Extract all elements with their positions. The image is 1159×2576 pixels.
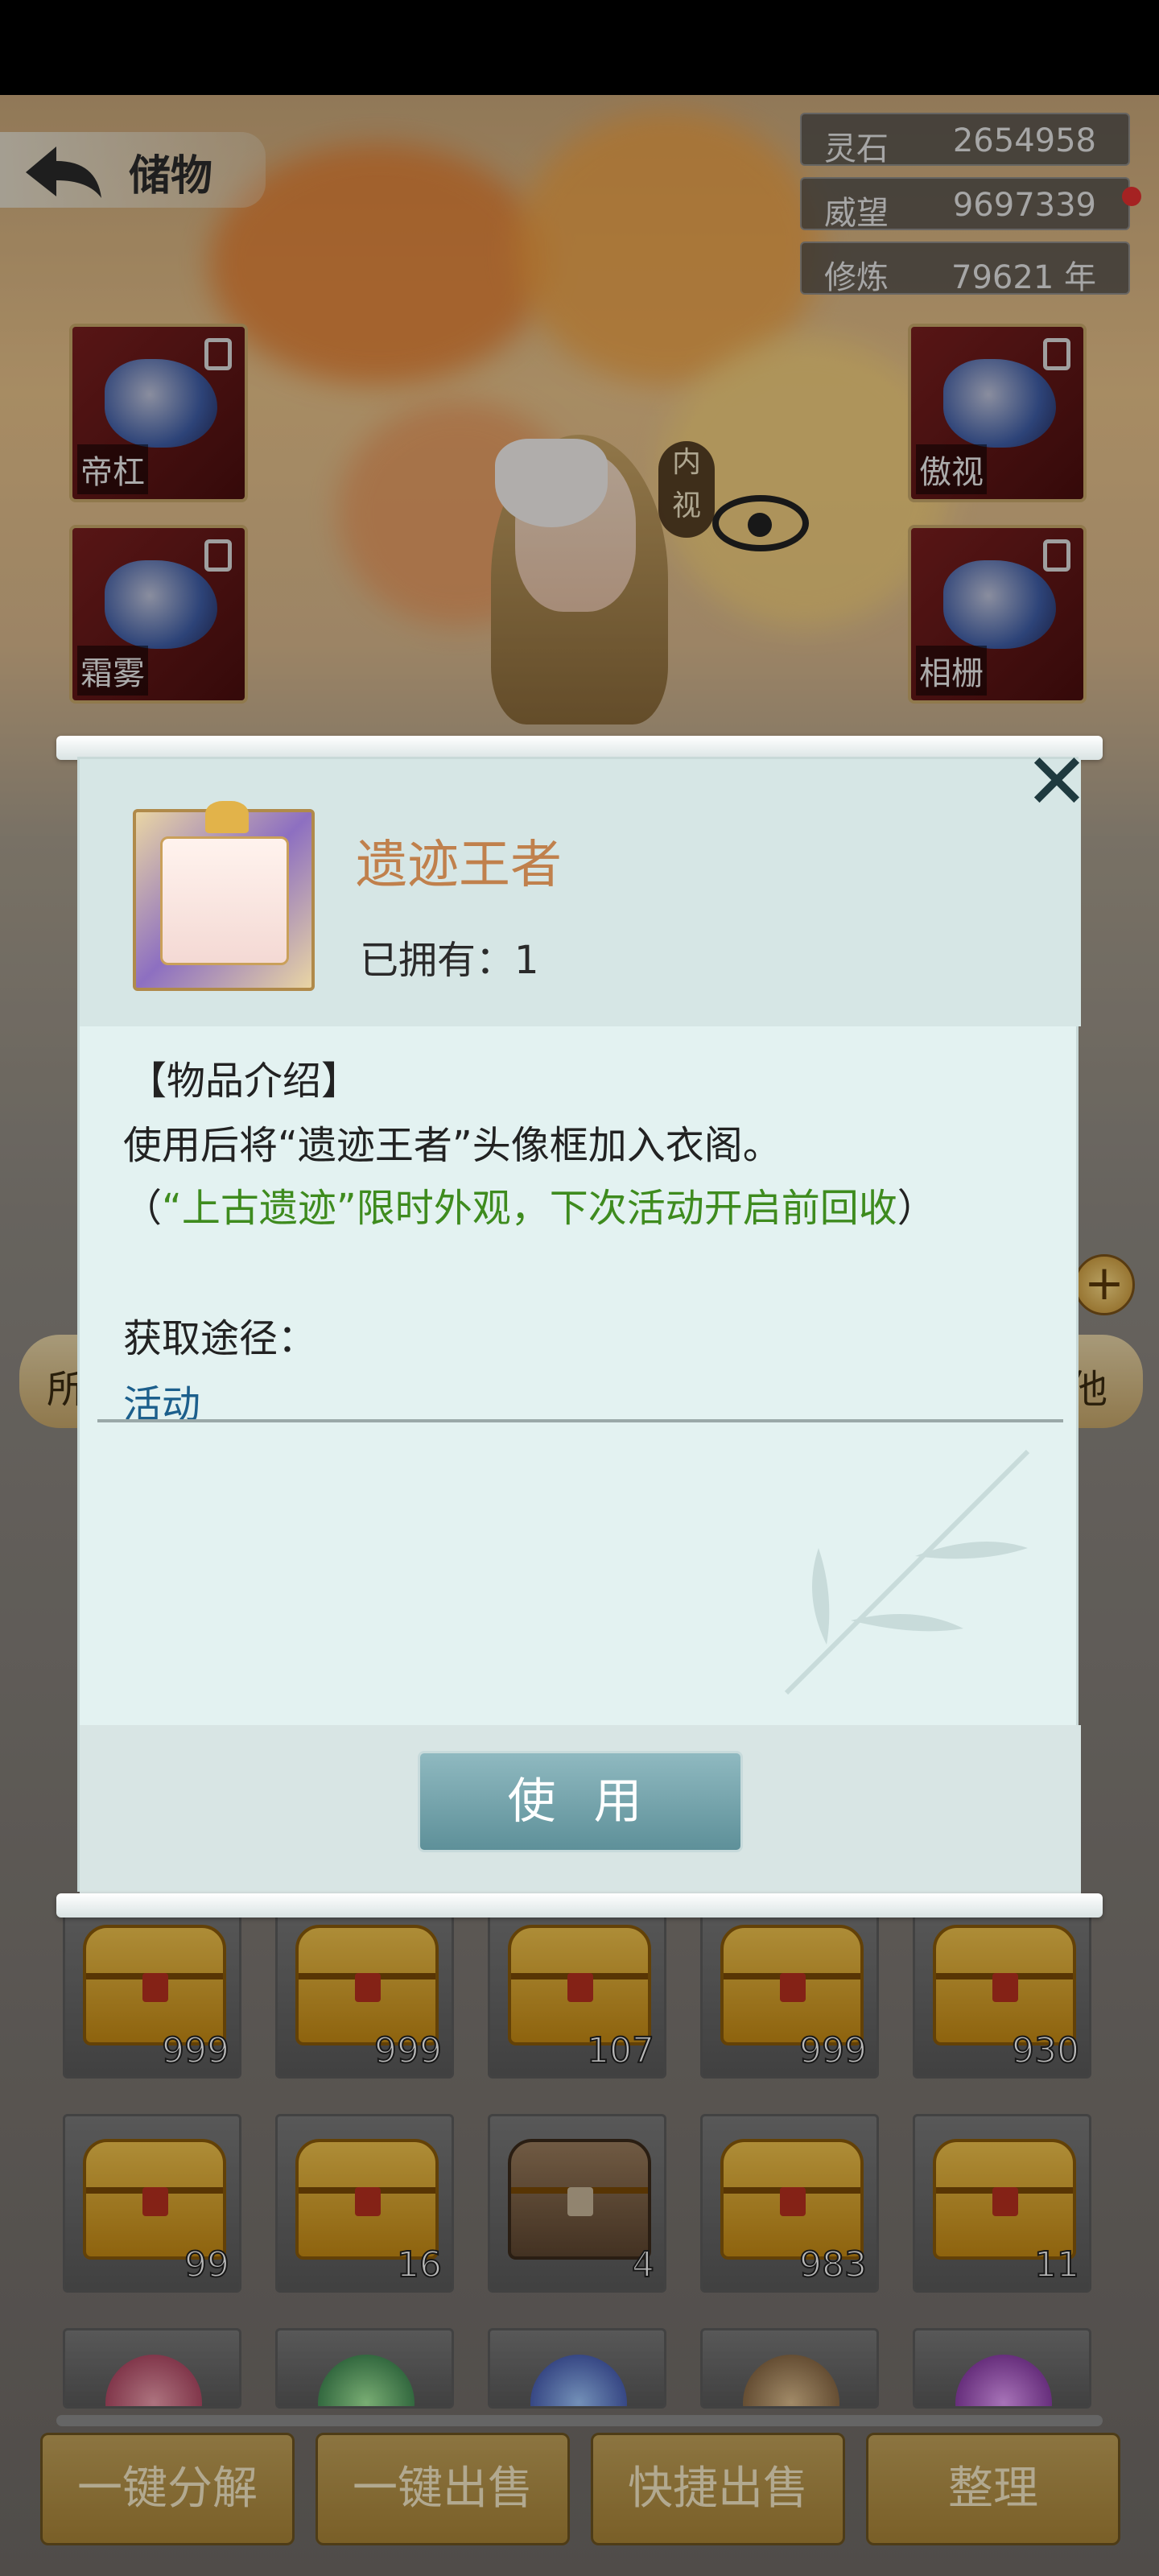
close-icon[interactable]: ✕ xyxy=(1017,741,1097,822)
item-name: 遗迹王者 xyxy=(356,836,562,895)
avatar-frame-icon xyxy=(133,801,315,991)
owned-count: 已拥有：1 xyxy=(360,938,539,983)
bamboo-watermark-icon xyxy=(784,1449,1030,1695)
note-bracket-close: ） xyxy=(897,1186,936,1231)
item-detail-dialog: 遗迹王者 已拥有：1 【物品介绍】 使用后将“遗迹王者”头像框加入衣阁。 （“上… xyxy=(77,741,1089,1894)
crown-icon xyxy=(205,801,249,833)
item-description: 使用后将“遗迹王者”头像框加入衣阁。 xyxy=(123,1123,782,1168)
scroll-rod-bottom xyxy=(56,1893,1103,1918)
source-label: 获取途径： xyxy=(123,1316,317,1361)
note-text: “上古遗迹”限时外观，下次活动开启前回收 xyxy=(162,1186,897,1231)
note-bracket-open: （ xyxy=(123,1186,163,1231)
item-note: （“上古遗迹”限时外观，下次活动开启前回收） xyxy=(123,1176,936,1232)
use-button[interactable]: 使 用 xyxy=(418,1751,743,1852)
intro-title: 【物品介绍】 xyxy=(128,1059,361,1104)
frame-preview xyxy=(160,836,289,965)
